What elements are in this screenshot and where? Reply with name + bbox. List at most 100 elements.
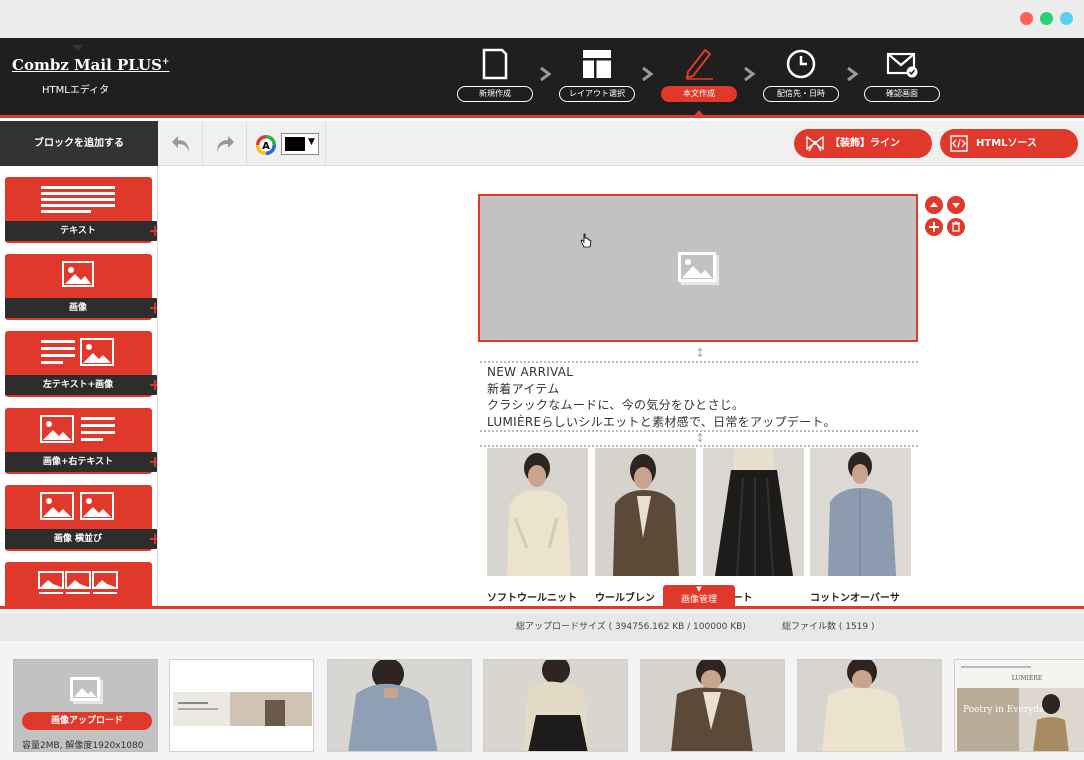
image-manager-tab[interactable]: ▼ 画像管理 xyxy=(663,585,735,607)
block-image[interactable]: 画像 + xyxy=(5,254,157,320)
product-card[interactable]: ウールブレン xyxy=(595,448,696,604)
text-color-icon[interactable]: A xyxy=(255,134,277,156)
app-subtitle: HTMLエディタ xyxy=(42,85,110,96)
trash-icon xyxy=(952,221,960,232)
html-source-button[interactable]: HTMLソース xyxy=(940,129,1078,158)
total-file-count: 総ファイル数 ( 1519 ) xyxy=(782,622,875,632)
text-lines-icon xyxy=(41,186,115,213)
add-block-caret xyxy=(72,45,84,51)
window-maximize-button[interactable] xyxy=(1060,12,1073,25)
image-text-icon xyxy=(40,415,115,443)
product-card[interactable]: ースカート xyxy=(703,448,804,604)
active-step-indicator xyxy=(692,110,706,118)
block-images-side-by-side[interactable]: 画像 横並び + xyxy=(5,485,157,551)
step-new[interactable]: 新規作成 xyxy=(457,48,533,102)
image-thumbnail[interactable] xyxy=(483,659,628,752)
image-thumbnail[interactable] xyxy=(169,659,314,752)
undo-button[interactable] xyxy=(158,121,203,166)
upload-image-button[interactable]: 画像アップロード xyxy=(22,712,152,730)
step-confirm[interactable]: 確認画面 xyxy=(864,48,940,102)
product-photo xyxy=(810,448,911,576)
poster-brand: LUMIÈRE xyxy=(1012,674,1043,682)
product-name: コットンオーバーサ xyxy=(810,593,900,604)
color-picker-dropdown[interactable]: ▼ xyxy=(281,133,319,155)
product-photo xyxy=(595,448,696,576)
three-images-icon xyxy=(38,571,118,594)
redo-icon xyxy=(217,136,234,152)
move-up-button[interactable] xyxy=(925,196,943,214)
clock-icon xyxy=(786,49,816,79)
step-pill: 確認画面 xyxy=(864,86,940,102)
block-text[interactable]: テキスト + xyxy=(5,177,157,243)
step-compose[interactable]: 本文作成 xyxy=(661,48,737,102)
text-block[interactable]: NEW ARRIVAL 新着アイテム クラシックなムードに、今の気分をひとさじ。… xyxy=(487,364,917,430)
resize-handle-icon[interactable]: ↕ xyxy=(695,432,705,444)
app-header: Combz Mail PLUS+ HTMLエディタ 新規作成 レイアウト選択 本… xyxy=(0,38,1084,118)
image-placeholder-icon xyxy=(678,252,719,285)
text-line: クラシックなムードに、今の気分をひとさじ。 xyxy=(487,398,745,412)
app-logo: Combz Mail PLUS+ xyxy=(12,56,170,74)
selected-image-block[interactable] xyxy=(478,194,918,342)
step-pill: 本文作成 xyxy=(661,86,737,102)
resize-handle-icon[interactable]: ↕ xyxy=(695,347,705,359)
step-layout[interactable]: レイアウト選択 xyxy=(559,48,635,102)
arrow-down-icon xyxy=(952,203,960,208)
move-down-button[interactable] xyxy=(947,196,965,214)
svg-text:A: A xyxy=(262,141,270,152)
layout-icon xyxy=(583,50,611,78)
chevron-right-icon xyxy=(540,66,552,82)
plus-icon[interactable]: + xyxy=(147,375,157,395)
poster-headline: Poetry in Everyday. xyxy=(963,705,1051,715)
total-upload-size: 総アップロードサイズ ( 394756.162 KB / 100000 KB) xyxy=(516,622,746,632)
window-close-button[interactable] xyxy=(1020,12,1033,25)
upload-limit-note: 容量2MB, 解像度1920x1080 xyxy=(22,741,144,751)
ribbon-icon xyxy=(806,135,824,152)
product-photo xyxy=(487,448,588,576)
image-icon xyxy=(62,261,94,287)
product-photo xyxy=(703,448,804,576)
undo-icon xyxy=(172,136,189,152)
chevron-down-icon: ▼ xyxy=(696,585,702,593)
selected-color-swatch xyxy=(285,137,305,151)
chevron-down-icon: ▼ xyxy=(308,137,315,147)
product-name: ソフトウールニット xyxy=(487,593,577,604)
block-image-text[interactable]: 画像+右テキスト + xyxy=(5,408,157,474)
delete-block-button[interactable] xyxy=(947,218,965,236)
window-minimize-button[interactable] xyxy=(1040,12,1053,25)
block-three-images[interactable] xyxy=(5,562,152,606)
product-card[interactable]: ソフトウールニット xyxy=(487,448,588,604)
chevron-right-icon xyxy=(642,66,654,82)
add-block-header: ブロックを追加する xyxy=(0,121,158,166)
step-pill: 新規作成 xyxy=(457,86,533,102)
code-icon xyxy=(950,135,968,152)
chevron-right-icon xyxy=(847,66,859,82)
text-image-icon xyxy=(41,338,114,366)
two-images-icon xyxy=(40,492,114,520)
text-line: NEW ARRIVAL xyxy=(487,365,574,379)
redo-button[interactable] xyxy=(203,121,247,166)
arrow-up-icon xyxy=(930,202,938,207)
plus-icon[interactable]: + xyxy=(147,221,157,241)
step-schedule[interactable]: 配信先・日時 xyxy=(763,48,839,102)
decoration-line-button[interactable]: 【装飾】ライン xyxy=(794,129,932,158)
product-card[interactable]: コットンオーバーサ xyxy=(810,448,911,604)
cursor-hand-icon xyxy=(580,233,592,248)
plus-icon[interactable]: + xyxy=(147,452,157,472)
image-thumbnail[interactable] xyxy=(797,659,942,752)
plus-icon[interactable]: + xyxy=(147,298,157,318)
plus-icon[interactable]: + xyxy=(147,529,157,549)
block-palette: テキスト + 画像 + 左テキスト+画像 + xyxy=(0,166,158,606)
image-thumbnail[interactable] xyxy=(327,659,472,752)
image-thumbnail[interactable] xyxy=(640,659,785,752)
image-thumbnail[interactable]: LUMIÈRE Poetry in Everyday. xyxy=(954,659,1084,752)
step-pill: 配信先・日時 xyxy=(763,86,839,102)
image-placeholder-icon xyxy=(70,677,103,704)
text-line: LUMIÈREらしいシルエットと素材感で、日常をアップデート。 xyxy=(487,414,836,429)
step-pill: レイアウト選択 xyxy=(559,86,635,102)
plus-icon xyxy=(929,222,939,232)
add-block-below-button[interactable] xyxy=(925,218,943,236)
email-canvas: ↕ NEW ARRIVAL 新着アイテム クラシックなムードに、今の気分をひとさ… xyxy=(158,166,1084,606)
upload-stats: 総アップロードサイズ ( 394756.162 KB / 100000 KB) … xyxy=(0,613,1084,641)
block-text-image[interactable]: 左テキスト+画像 + xyxy=(5,331,157,397)
mail-check-icon xyxy=(886,52,918,78)
